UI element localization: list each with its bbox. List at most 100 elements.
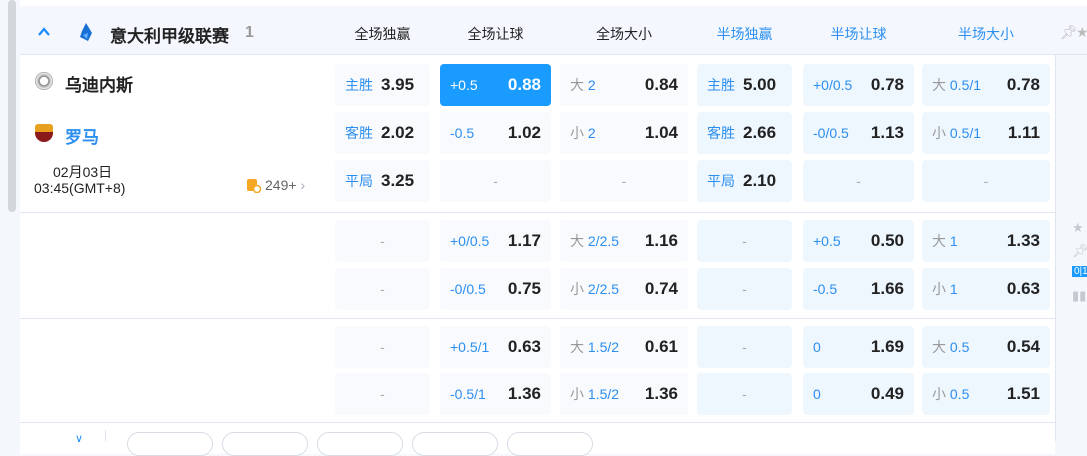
over-under-label: 小 [932, 281, 946, 297]
tab-pill[interactable] [507, 432, 593, 456]
star-icon[interactable]: ★ [1072, 220, 1084, 236]
odds-label: +0/0.5 [450, 233, 490, 249]
odds-value: 0.84 [644, 75, 678, 94]
over-under-label: 小 [570, 281, 584, 297]
odds-value: 1.36 [507, 384, 541, 403]
odds-cell[interactable]: -0.5/1 1.36 [440, 373, 551, 415]
over-under-label: 小 [570, 386, 584, 402]
odds-label: 0 [813, 339, 821, 355]
home-team-name: 乌迪内斯 [65, 76, 133, 95]
odds-cell[interactable]: 大 0.5/1 0.78 [922, 64, 1050, 106]
odds-cell[interactable]: -0.5 1.02 [440, 112, 551, 154]
odds-cell[interactable]: 大 2/2.5 1.16 [560, 220, 688, 262]
tab-pill[interactable] [412, 432, 498, 456]
odds-cell[interactable]: 小 2/2.5 0.74 [560, 268, 688, 310]
chevron-down-icon[interactable]: ∨ [75, 432, 83, 445]
empty-mark: - [856, 173, 861, 189]
odds-cell-empty: - [335, 326, 430, 368]
odds-label: 平局 [345, 173, 373, 189]
odds-cell-empty: - [440, 160, 551, 202]
odds-cell[interactable]: 大 0.5 0.54 [922, 326, 1050, 368]
odds-label: 0.5/1 [949, 77, 982, 93]
column-header: 半场让球 [830, 26, 887, 42]
over-under-label: 大 [932, 339, 946, 355]
odds-label: -0.5 [450, 125, 475, 141]
odds-label: 2 [587, 125, 596, 141]
odds-cell[interactable]: +0.5 0.88 [440, 64, 551, 106]
tab-pill[interactable] [127, 432, 213, 456]
odds-cell[interactable]: 0 1.69 [803, 326, 914, 368]
odds-cell[interactable]: +0.5/1 0.63 [440, 326, 551, 368]
odds-cell[interactable]: +0.5 0.50 [803, 220, 914, 262]
odds-cell[interactable]: 客胜 2.02 [335, 112, 430, 154]
odds-cell[interactable]: 大 2 0.84 [560, 64, 688, 106]
top-strip [20, 0, 1087, 6]
league-match-count: 1 [245, 24, 254, 41]
odds-cell[interactable]: 小 0.5/1 1.11 [922, 112, 1050, 154]
more-bets-count: 249+ [265, 177, 297, 193]
odds-value: 2.10 [743, 171, 777, 190]
odds-value: 3.25 [381, 171, 415, 190]
odds-cell-empty: - [697, 326, 792, 368]
column-header: 半场大小 [958, 26, 1014, 42]
odds-cell[interactable]: -0/0.5 1.13 [803, 112, 914, 154]
odds-value: 1.11 [1007, 123, 1040, 142]
odds-label: +0.5 [813, 233, 841, 249]
more-bets-link[interactable]: 249+ › [246, 177, 305, 193]
odds-value: 3.95 [381, 75, 415, 94]
odds-cell[interactable]: 主胜 3.95 [335, 64, 430, 106]
odds-cell[interactable]: 小 2 1.04 [560, 112, 688, 154]
odds-cell[interactable]: +0/0.5 0.78 [803, 64, 914, 106]
stats-icon[interactable]: ▮▮ [1072, 288, 1086, 304]
odds-value: 1.02 [507, 123, 541, 142]
odds-value: 1.69 [870, 337, 904, 356]
tab-pill[interactable] [222, 432, 308, 456]
odds-label: +0/0.5 [813, 77, 853, 93]
odds-cell[interactable]: 小 1 0.63 [922, 268, 1050, 310]
scrollbar[interactable] [8, 0, 16, 212]
empty-mark: - [380, 339, 385, 355]
odds-cell-empty: - [697, 373, 792, 415]
score-icon[interactable]: 0|1 [1072, 266, 1087, 277]
odds-cell[interactable]: 大 1.5/2 0.61 [560, 326, 688, 368]
odds-cell[interactable]: +0/0.5 1.17 [440, 220, 551, 262]
odds-value: 1.33 [1006, 231, 1040, 250]
odds-cell[interactable]: 0 0.49 [803, 373, 914, 415]
odds-label: +0.5/1 [450, 339, 490, 355]
divider [105, 430, 106, 441]
odds-value: 0.74 [644, 279, 678, 298]
odds-cell[interactable]: 平局 2.10 [697, 160, 792, 202]
divider [20, 318, 1055, 319]
odds-label: 2/2.5 [587, 281, 620, 297]
odds-cell[interactable]: -0/0.5 0.75 [440, 268, 551, 310]
chevron-up-icon[interactable] [38, 26, 50, 38]
odds-cell[interactable]: 小 1.5/2 1.36 [560, 373, 688, 415]
away-team-name: 罗马 [65, 128, 99, 147]
odds-label: 1.5/2 [587, 386, 620, 402]
odds-label: -0.5 [813, 281, 838, 297]
star-icon[interactable]: ★ [1076, 24, 1087, 41]
odds-cell[interactable]: 平局 3.25 [335, 160, 430, 202]
over-under-label: 大 [570, 233, 584, 249]
empty-mark: - [742, 339, 747, 355]
over-under-label: 小 [570, 125, 584, 141]
over-under-label: 大 [570, 77, 584, 93]
tab-pill[interactable] [317, 432, 403, 456]
odds-value: 0.49 [870, 384, 904, 403]
odds-label: 平局 [707, 173, 735, 189]
odds-value: 1.04 [644, 123, 678, 142]
bet-list-icon [247, 178, 261, 193]
odds-cell-empty: - [335, 220, 430, 262]
odds-cell[interactable]: 大 1 1.33 [922, 220, 1050, 262]
odds-value: 0.88 [507, 75, 541, 94]
odds-cell[interactable]: -0.5 1.66 [803, 268, 914, 310]
match-date: 02月03日 [53, 164, 113, 180]
odds-cell-empty: - [560, 160, 688, 202]
odds-cell[interactable]: 小 0.5 1.51 [922, 373, 1050, 415]
odds-label: 客胜 [707, 125, 735, 141]
odds-cell[interactable]: 主胜 5.00 [697, 64, 792, 106]
pin-icon[interactable]: 📌︎ [1072, 243, 1087, 259]
column-header: 半场独赢 [716, 26, 773, 42]
odds-cell[interactable]: 客胜 2.66 [697, 112, 792, 154]
over-under-label: 小 [932, 386, 946, 402]
